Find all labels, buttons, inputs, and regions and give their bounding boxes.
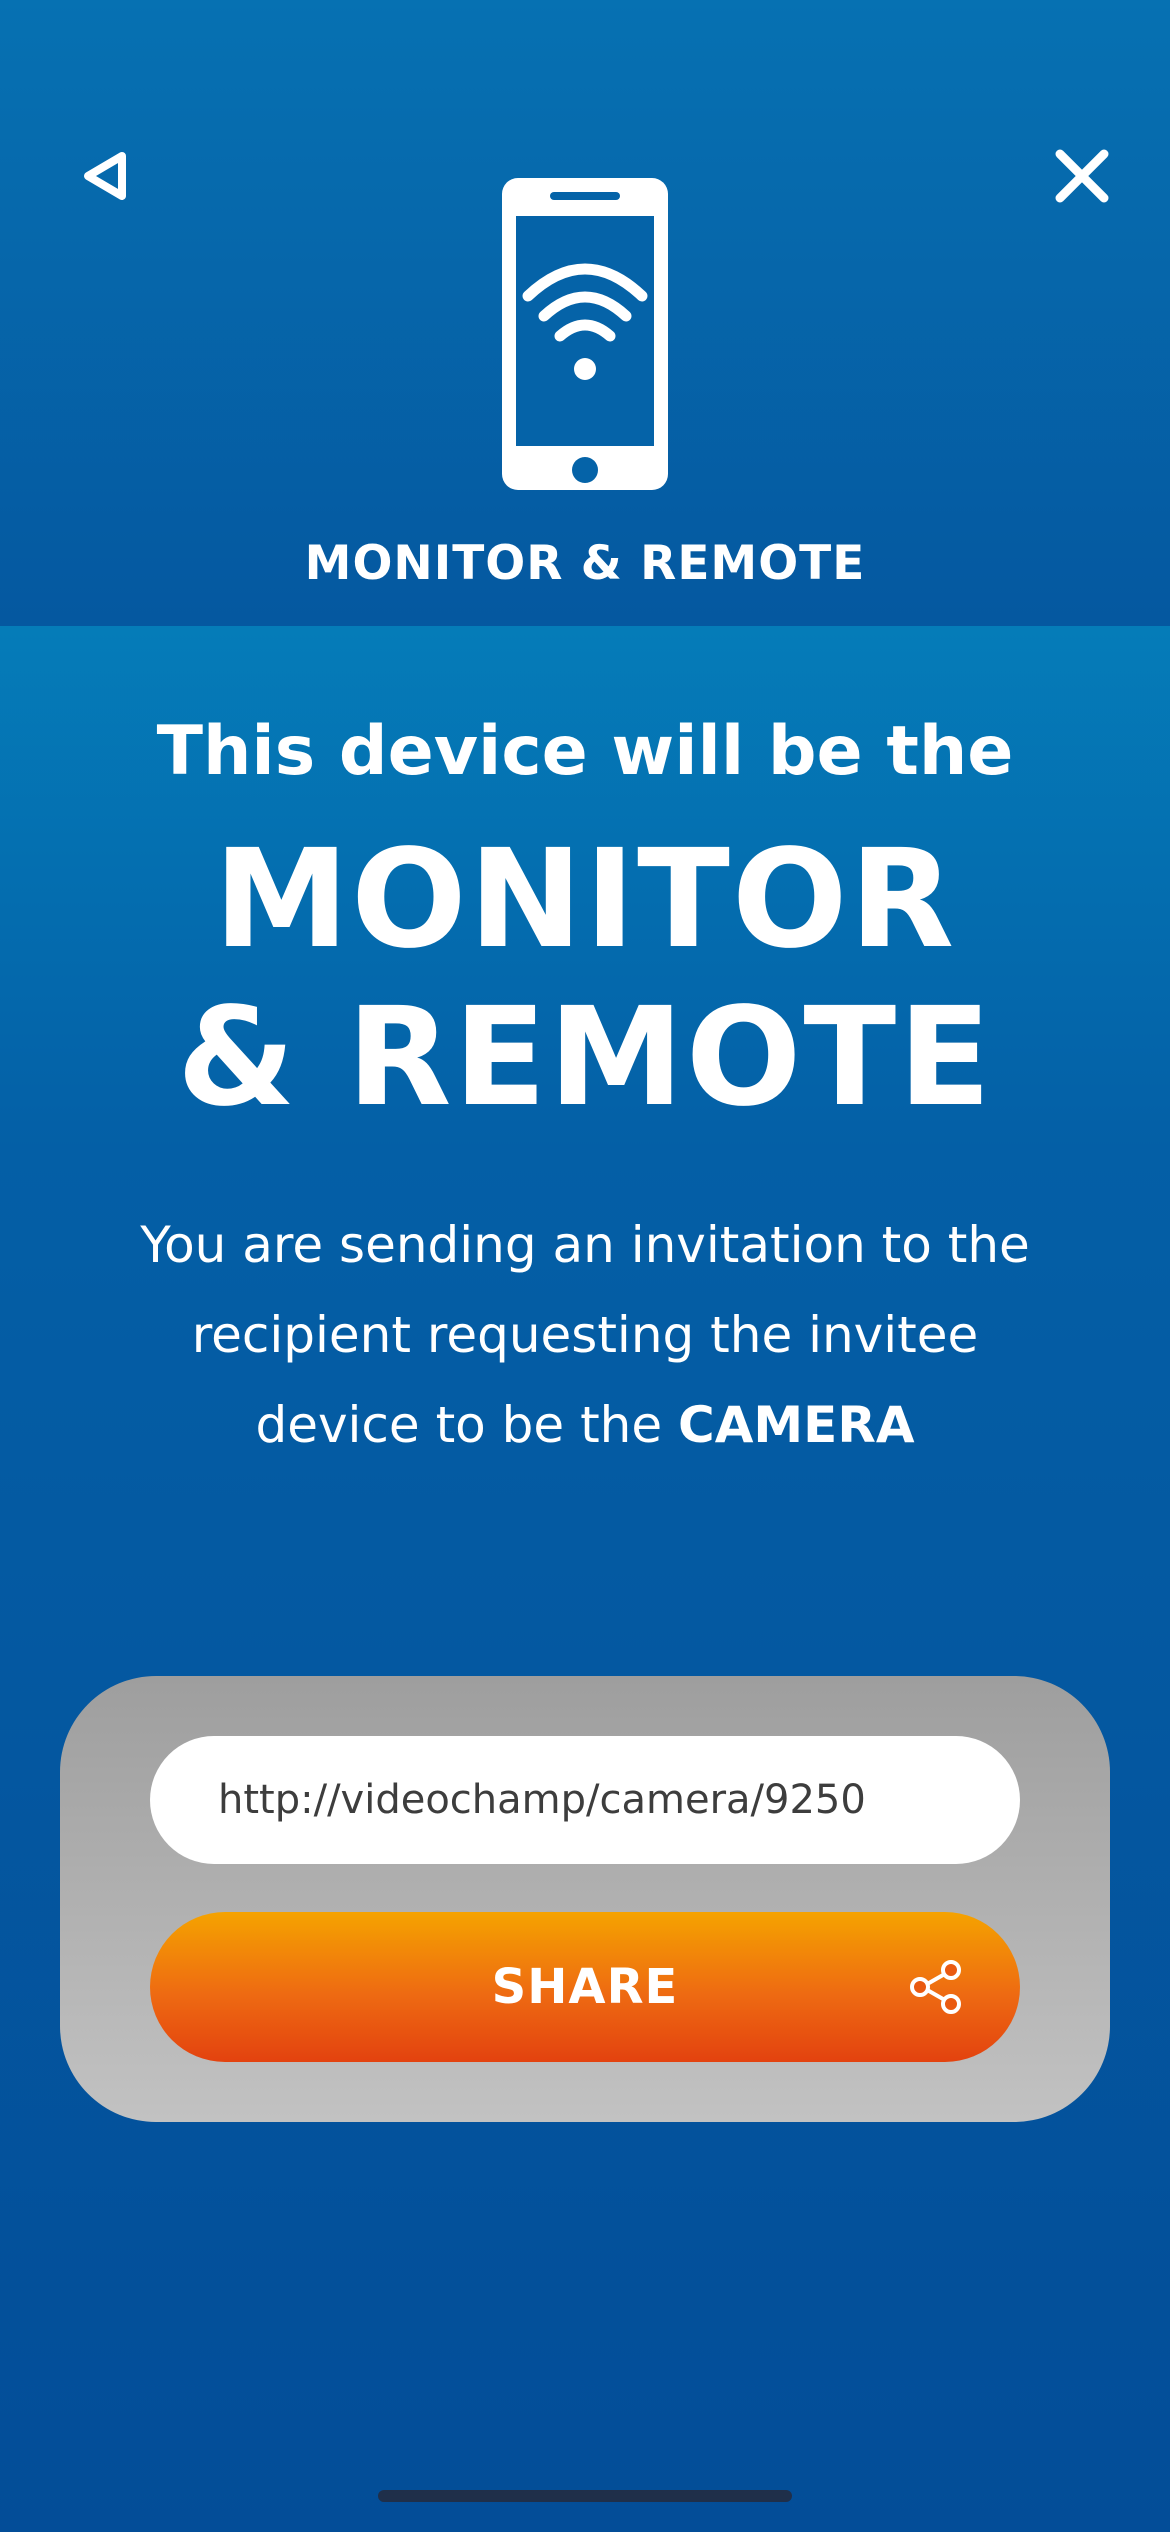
share-button[interactable]: SHARE bbox=[150, 1912, 1020, 2062]
share-icon bbox=[910, 1960, 961, 2014]
role-title-line1: MONITOR bbox=[213, 821, 957, 979]
invite-link-field[interactable]: http://videochamp/camera/9250 bbox=[150, 1736, 1020, 1864]
intro-text: This device will be the bbox=[156, 712, 1014, 791]
share-button-label: SHARE bbox=[491, 1959, 679, 2015]
close-icon bbox=[1055, 149, 1109, 203]
back-triangle-icon bbox=[84, 152, 126, 200]
close-button[interactable] bbox=[1046, 140, 1118, 212]
description-emphasis: CAMERA bbox=[678, 1396, 915, 1454]
invitation-description: You are sending an invitation to the rec… bbox=[110, 1200, 1060, 1470]
invite-link-text: http://videochamp/camera/9250 bbox=[218, 1777, 866, 1823]
home-indicator[interactable] bbox=[378, 2490, 792, 2502]
header: MONITOR & REMOTE bbox=[0, 0, 1170, 626]
phone-wifi-icon bbox=[502, 178, 668, 490]
header-title: MONITOR & REMOTE bbox=[304, 536, 866, 591]
role-title-line2: & REMOTE bbox=[176, 979, 994, 1137]
back-button[interactable] bbox=[70, 140, 142, 212]
